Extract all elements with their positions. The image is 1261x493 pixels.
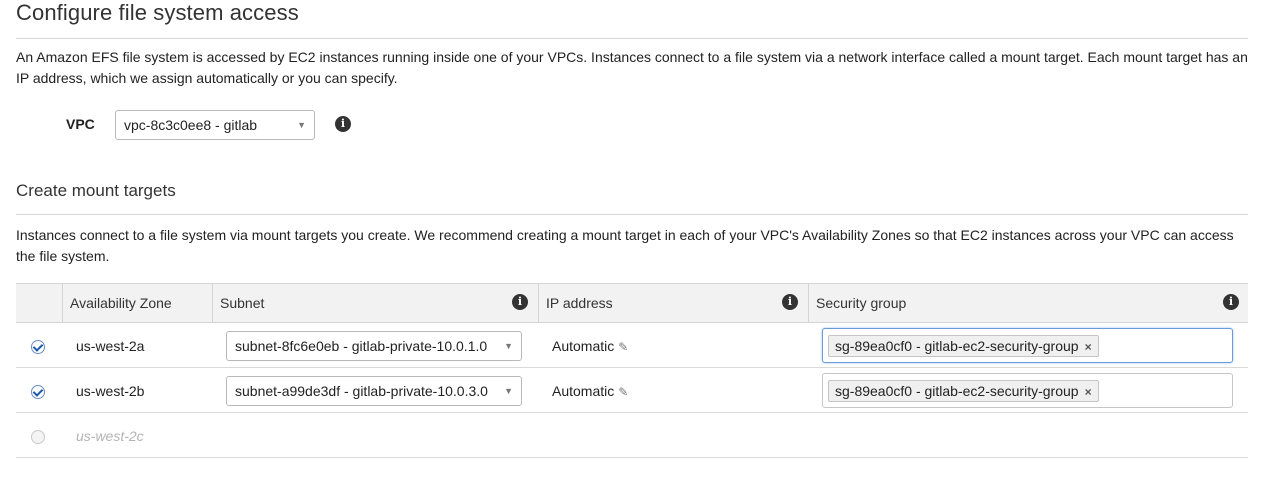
subnet-info-icon[interactable]: i xyxy=(512,294,528,310)
row-checkbox[interactable] xyxy=(31,340,45,354)
row-checkbox[interactable] xyxy=(31,430,45,444)
caret-down-icon: ▼ xyxy=(504,386,513,396)
ip-address-cell[interactable]: Automatic ✎ xyxy=(552,383,628,399)
column-header-security-group: Security group xyxy=(816,295,907,311)
column-header-availability-zone: Availability Zone xyxy=(70,295,172,311)
security-group-input[interactable]: sg-89ea0cf0 - gitlab-ec2-security-group × xyxy=(822,328,1233,363)
ip-address-info-icon[interactable]: i xyxy=(782,294,798,310)
subnet-select[interactable]: subnet-8fc6e0eb - gitlab-private-10.0.1.… xyxy=(226,331,522,361)
table-row: us-west-2b subnet-a99de3df - gitlab-priv… xyxy=(16,368,1248,413)
section-description: Instances connect to a file system via m… xyxy=(16,227,1234,264)
availability-zone: us-west-2c xyxy=(76,428,144,444)
availability-zone: us-west-2b xyxy=(76,383,145,399)
section-title: Create mount targets xyxy=(16,181,176,200)
vpc-label: VPC xyxy=(66,116,95,132)
security-group-token: sg-89ea0cf0 - gitlab-ec2-security-group × xyxy=(828,380,1099,402)
availability-zone: us-west-2a xyxy=(76,338,145,354)
caret-down-icon: ▼ xyxy=(297,120,306,130)
table-header: Availability Zone Subnet i IP address i … xyxy=(16,283,1248,323)
table-row: us-west-2c xyxy=(16,413,1248,458)
page-description: An Amazon EFS file system is accessed by… xyxy=(16,49,1248,86)
security-group-token-label: sg-89ea0cf0 - gitlab-ec2-security-group xyxy=(835,383,1079,399)
pencil-icon[interactable]: ✎ xyxy=(618,340,628,354)
vpc-select-value: vpc-8c3c0ee8 - gitlab xyxy=(124,117,258,133)
vpc-select[interactable]: vpc-8c3c0ee8 - gitlab ▼ xyxy=(115,110,315,140)
column-header-ip-address: IP address xyxy=(546,295,613,311)
security-group-token-label: sg-89ea0cf0 - gitlab-ec2-security-group xyxy=(835,338,1079,354)
remove-token-icon[interactable]: × xyxy=(1085,385,1092,399)
section-divider xyxy=(16,214,1248,215)
title-divider xyxy=(16,38,1248,39)
ip-address-value: Automatic xyxy=(552,338,615,354)
table-row: us-west-2a subnet-8fc6e0eb - gitlab-priv… xyxy=(16,323,1248,368)
security-group-input[interactable]: sg-89ea0cf0 - gitlab-ec2-security-group × xyxy=(822,373,1233,408)
caret-down-icon: ▼ xyxy=(504,341,513,351)
security-group-token: sg-89ea0cf0 - gitlab-ec2-security-group × xyxy=(828,335,1099,357)
row-checkbox[interactable] xyxy=(31,385,45,399)
ip-address-cell[interactable]: Automatic ✎ xyxy=(552,338,628,354)
page-title: Configure file system access xyxy=(16,0,299,25)
ip-address-value: Automatic xyxy=(552,383,615,399)
column-header-subnet: Subnet xyxy=(220,295,265,311)
subnet-select[interactable]: subnet-a99de3df - gitlab-private-10.0.3.… xyxy=(226,376,522,406)
subnet-select-value: subnet-a99de3df - gitlab-private-10.0.3.… xyxy=(235,383,488,399)
security-group-info-icon[interactable]: i xyxy=(1223,294,1239,310)
info-icon[interactable]: i xyxy=(335,116,351,132)
subnet-select-value: subnet-8fc6e0eb - gitlab-private-10.0.1.… xyxy=(235,338,488,354)
pencil-icon[interactable]: ✎ xyxy=(618,385,628,399)
remove-token-icon[interactable]: × xyxy=(1085,340,1092,354)
